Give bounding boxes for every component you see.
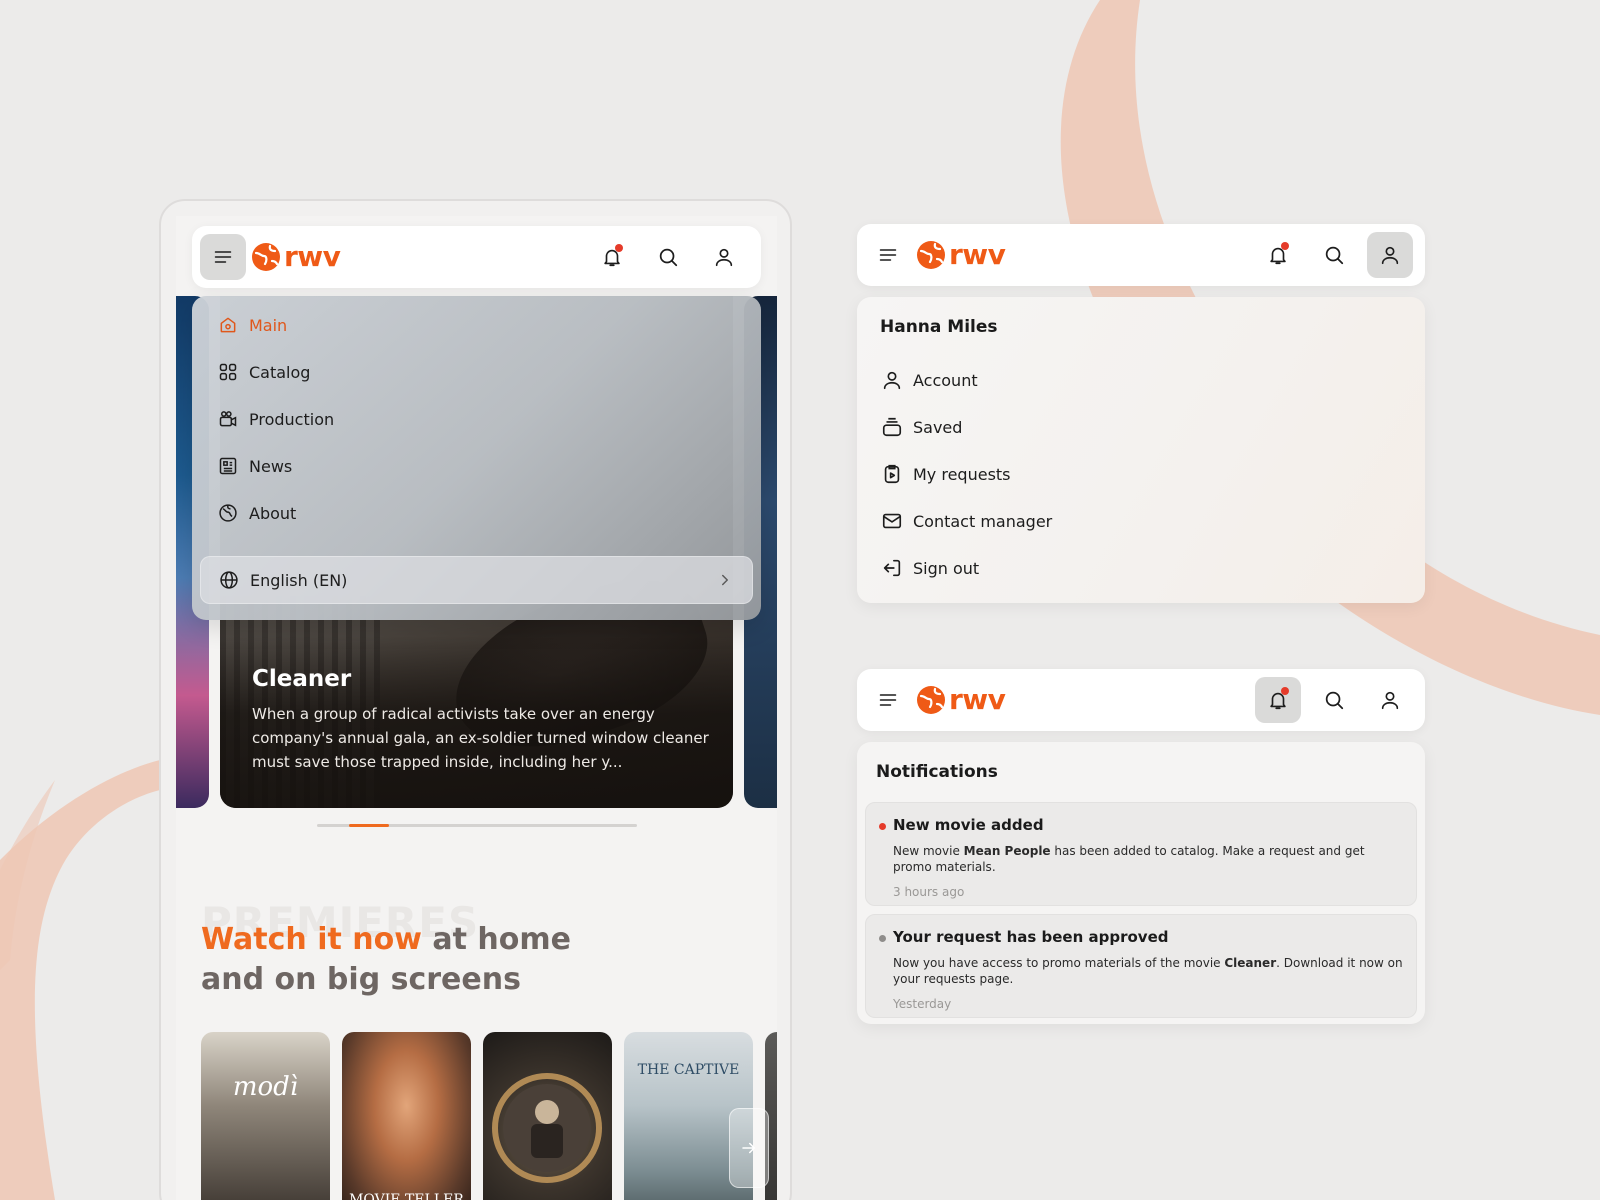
sign-out-icon: [880, 556, 904, 580]
notification-item[interactable]: Your request has been approved Now you h…: [865, 914, 1417, 1018]
globe-logo-icon: [917, 240, 945, 269]
menu-button[interactable]: [865, 232, 911, 278]
search-button[interactable]: [645, 234, 691, 280]
carousel-progress-fill: [349, 824, 389, 827]
poster-title: modì: [232, 1072, 299, 1102]
notification-badge: [1281, 242, 1289, 250]
notification-body: New movie Mean People has been added to …: [893, 844, 1365, 874]
carousel-progress[interactable]: [317, 824, 637, 827]
notification-title: New movie added: [893, 816, 1044, 834]
search-button[interactable]: [1311, 677, 1357, 723]
newspaper-icon: [217, 455, 239, 477]
headline-rest: at home: [421, 922, 572, 957]
hero-title: Cleaner: [252, 666, 352, 692]
notifications-button[interactable]: [1255, 677, 1301, 723]
mobile-frame: Cleaner When a group of radical activist…: [159, 199, 792, 1200]
hamburger-icon: [214, 251, 232, 263]
notification-item[interactable]: New movie added New movie Mean People ha…: [865, 802, 1417, 906]
language-selector[interactable]: English (EN): [200, 556, 753, 604]
mail-icon: [880, 509, 904, 533]
header-bar-notifications: rwv: [857, 669, 1425, 731]
notifications-button[interactable]: [1255, 232, 1301, 278]
stack-icon: [880, 415, 904, 439]
menu-button[interactable]: [865, 677, 911, 723]
account-item-contact[interactable]: Contact manager: [880, 506, 1052, 536]
logo-text: rwv: [284, 240, 341, 273]
language-label: English (EN): [250, 570, 348, 590]
hero-description: When a group of radical activists take o…: [252, 705, 709, 771]
arrow-right-icon: [742, 1142, 755, 1154]
brand-logo[interactable]: rwv: [915, 683, 1006, 716]
notification-movie-link[interactable]: Cleaner: [1224, 956, 1276, 970]
section-headline: Watch it now at home and on big screens: [201, 920, 571, 1000]
search-icon: [659, 248, 678, 267]
grid-icon: [217, 361, 239, 383]
notifications-button[interactable]: [589, 234, 635, 280]
headline-accent: Watch it now: [201, 922, 422, 957]
notifications-dropdown: Notifications New movie added New movie …: [857, 742, 1425, 1024]
chevron-right-icon: [722, 574, 728, 586]
logo-text: rwv: [949, 683, 1006, 716]
notification-body: Now you have access to promo materials o…: [893, 956, 1403, 986]
header-bar-account: rwv: [857, 224, 1425, 286]
nav-item-main[interactable]: Main: [217, 310, 287, 340]
notification-time: Yesterday: [893, 997, 952, 1011]
profile-button[interactable]: [1367, 677, 1413, 723]
hamburger-icon: [879, 694, 897, 706]
notification-time: 3 hours ago: [893, 885, 965, 899]
notification-movie-link[interactable]: Mean People: [964, 844, 1051, 858]
header-bar: rwv: [192, 226, 761, 288]
globe-logo-icon: [917, 685, 945, 714]
account-item-requests[interactable]: My requests: [880, 459, 1011, 489]
profile-button[interactable]: [701, 234, 747, 280]
notification-title: Your request has been approved: [893, 928, 1169, 946]
user-icon: [715, 248, 733, 267]
poster-art: [492, 1073, 602, 1183]
brand-logo[interactable]: rwv: [250, 240, 341, 273]
globe-icon: [217, 502, 239, 524]
posters-next-button[interactable]: [729, 1108, 769, 1188]
user-icon: [1381, 246, 1399, 265]
search-icon: [1325, 691, 1344, 710]
unread-dot: [879, 823, 886, 830]
brand-logo[interactable]: rwv: [915, 238, 1006, 271]
home-icon: [217, 314, 239, 336]
logo-text: rwv: [949, 238, 1006, 271]
search-icon: [1325, 246, 1344, 265]
search-button[interactable]: [1311, 232, 1357, 278]
poster-title: MOVIE TELLER: [349, 1192, 464, 1200]
nav-item-production[interactable]: Production: [217, 404, 334, 434]
globe-logo-icon: [252, 242, 280, 271]
globe-icon: [218, 569, 240, 591]
menu-button[interactable]: [200, 234, 246, 280]
user-name: Hanna Miles: [880, 317, 998, 337]
nav-item-catalog[interactable]: Catalog: [217, 357, 310, 387]
notification-badge: [1281, 687, 1289, 695]
user-icon: [880, 368, 904, 392]
account-item-signout[interactable]: Sign out: [880, 553, 979, 583]
poster-row: modì MOVIE TELLER THE CAPTIVE: [201, 1032, 777, 1200]
hamburger-icon: [879, 249, 897, 261]
account-item-saved[interactable]: Saved: [880, 412, 962, 442]
notification-badge: [615, 244, 623, 252]
clipboard-play-icon: [880, 462, 904, 486]
camera-icon: [217, 408, 239, 430]
profile-button[interactable]: [1367, 232, 1413, 278]
notifications-title: Notifications: [876, 762, 998, 782]
poster-title: THE CAPTIVE: [637, 1062, 740, 1078]
account-dropdown: Hanna Miles Account Saved My requests Co…: [857, 297, 1425, 603]
account-item-account[interactable]: Account: [880, 365, 978, 395]
user-icon: [1381, 691, 1399, 710]
main-nav-dropdown: Main Catalog Production News About Engli…: [192, 296, 761, 620]
poster-card[interactable]: modì: [201, 1032, 330, 1200]
poster-card[interactable]: MOVIE TELLER: [342, 1032, 471, 1200]
mobile-screen: Cleaner When a group of radical activist…: [176, 216, 777, 1200]
headline-line2: and on big screens: [201, 962, 521, 997]
nav-item-about[interactable]: About: [217, 498, 296, 528]
nav-item-news[interactable]: News: [217, 451, 292, 481]
read-dot: [879, 935, 886, 942]
poster-card[interactable]: [483, 1032, 612, 1200]
